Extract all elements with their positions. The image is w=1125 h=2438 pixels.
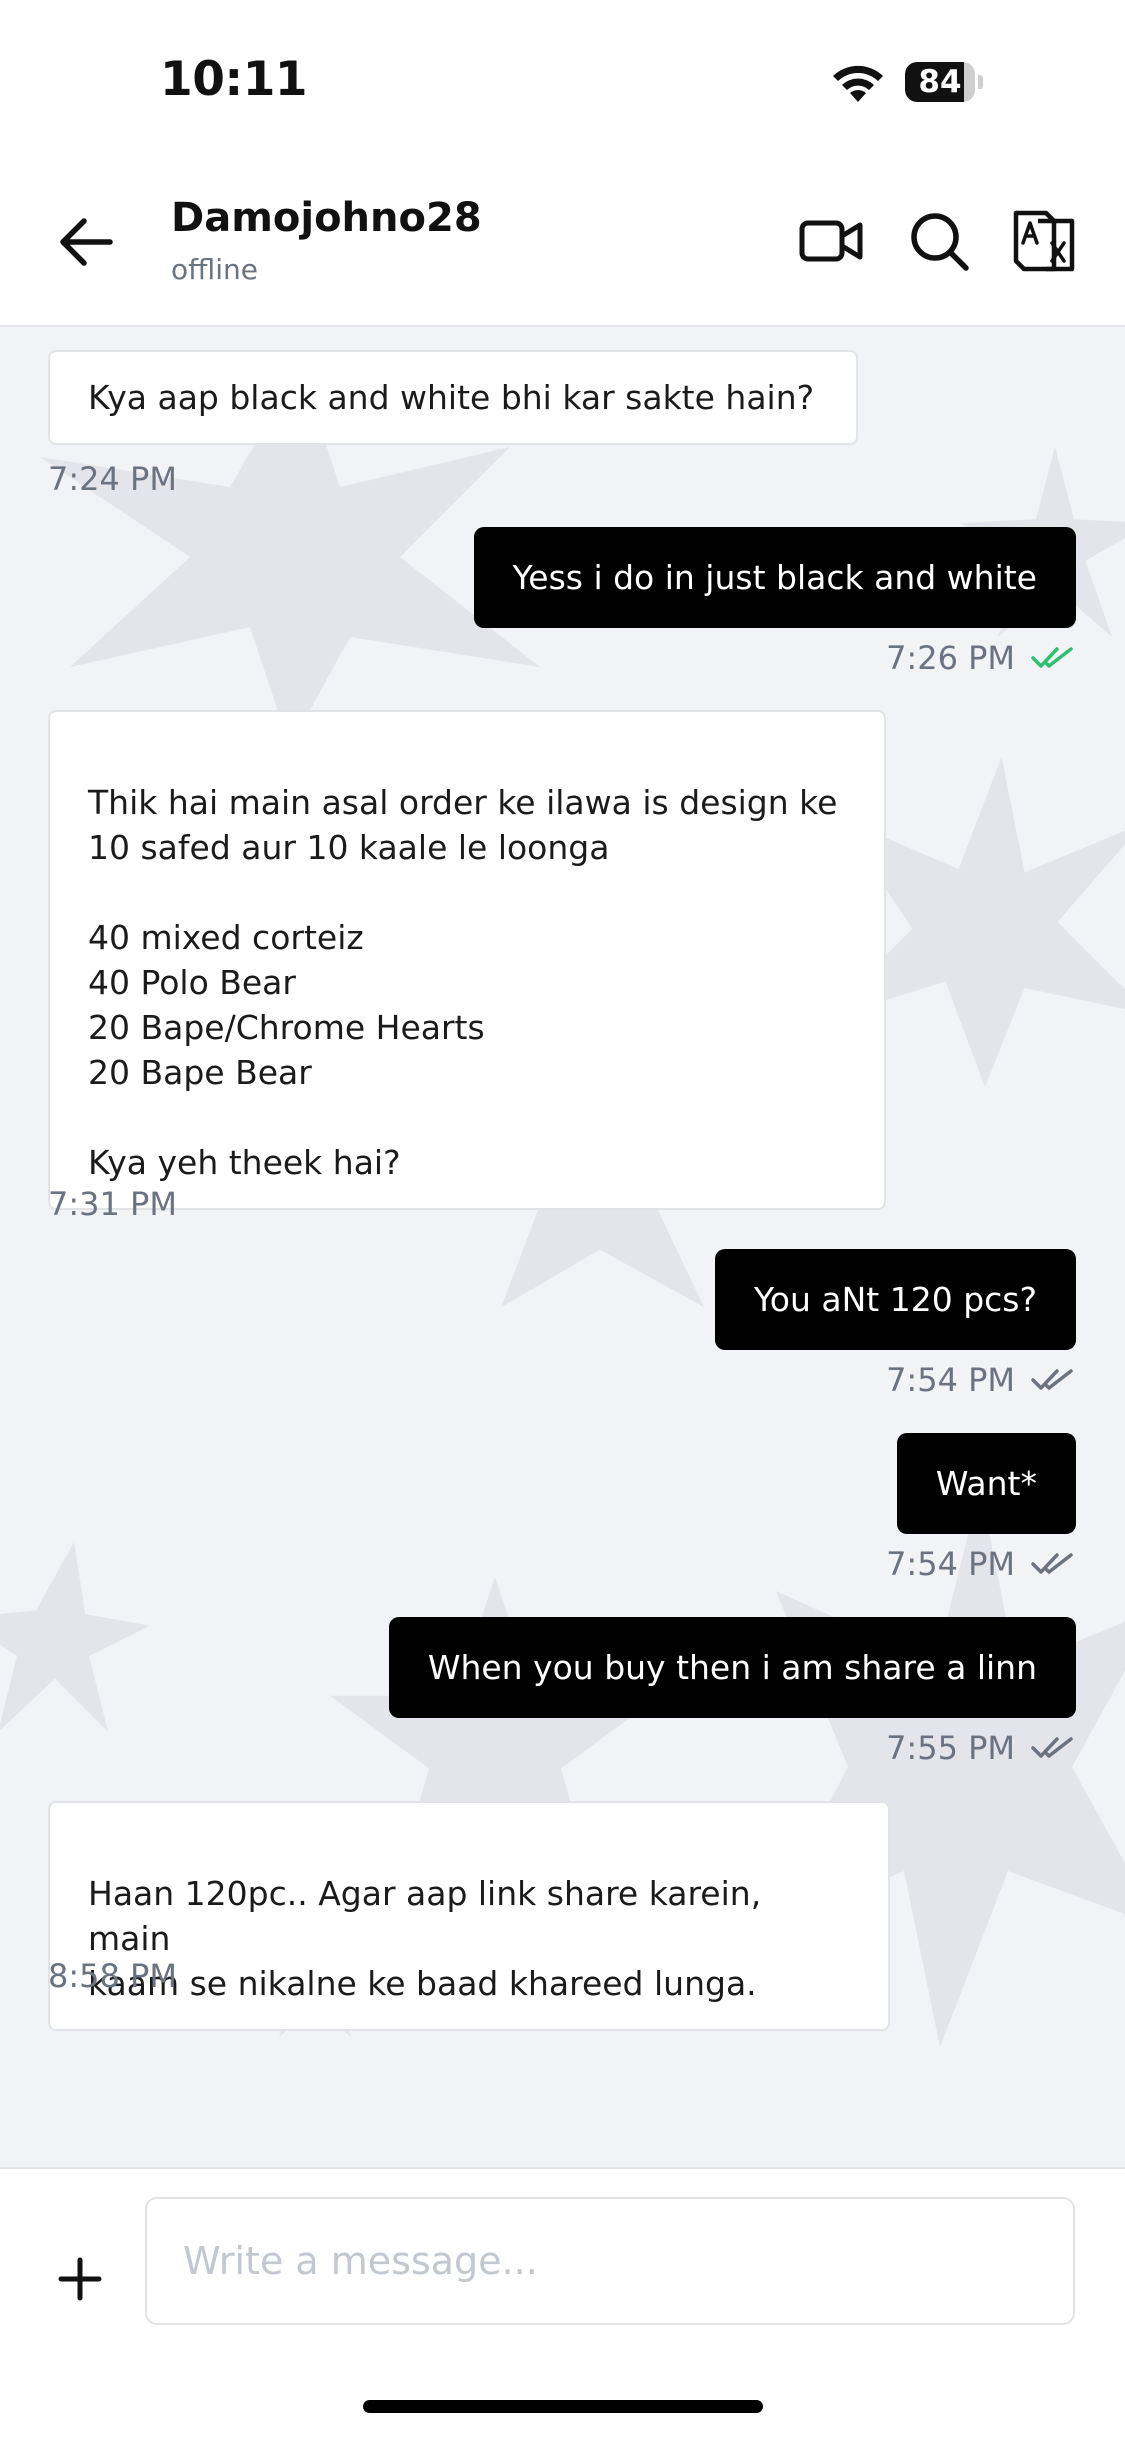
incoming-message-bubble[interactable]: Kya aap black and white bhi kar sakte ha… (48, 350, 858, 445)
message-text: When you buy then i am share a linn (427, 1648, 1037, 1687)
translate-icon[interactable] (1010, 205, 1082, 277)
chat-header: Damojohno28 offline (0, 165, 1125, 327)
incoming-message-bubble[interactable]: Haan 120pc.. Agar aap link share karein,… (48, 1801, 890, 2031)
outgoing-message-bubble[interactable]: When you buy then i am share a linn (388, 1617, 1076, 1718)
background-pattern-icon (0, 1542, 150, 1732)
incoming-message-bubble[interactable]: Thik hai main asal order ke ilawa is des… (48, 710, 886, 1210)
battery-level: 84 (918, 64, 962, 100)
outgoing-message-bubble[interactable]: Want* (896, 1433, 1076, 1534)
message-timestamp: 8:58 PM (48, 1957, 177, 1995)
message-timestamp: 7:54 PM (886, 1545, 1015, 1583)
message-list[interactable]: Kya aap black and white bhi kar sakte ha… (0, 327, 1125, 2167)
message-text: Haan 120pc.. Agar aap link share karein,… (88, 1874, 762, 2003)
video-call-icon[interactable] (796, 205, 868, 277)
status-bar: 10:11 84 (0, 0, 1125, 165)
contact-status: offline (171, 253, 258, 286)
delivered-receipt-icon (1031, 1737, 1073, 1758)
message-composer (0, 2167, 1125, 2438)
message-text: You aNt 120 pcs? (754, 1280, 1037, 1319)
message-timestamp: 7:54 PM (886, 1361, 1015, 1399)
delivered-receipt-icon (1031, 1369, 1073, 1390)
message-text: Yess i do in just black and white (512, 558, 1038, 597)
outgoing-message-bubble[interactable]: You aNt 120 pcs? (715, 1249, 1076, 1350)
battery-icon: 84 (905, 62, 985, 102)
message-input[interactable] (145, 2197, 1075, 2325)
status-time: 10:11 (160, 52, 308, 107)
add-attachment-icon[interactable] (50, 2249, 110, 2309)
message-timestamp: 7:55 PM (886, 1729, 1015, 1767)
read-receipt-icon (1031, 647, 1073, 668)
message-text: Want* (935, 1464, 1037, 1503)
outgoing-message-bubble[interactable]: Yess i do in just black and white (473, 527, 1076, 628)
message-meta: 7:55 PM (886, 1729, 1075, 1767)
back-arrow-icon[interactable] (52, 207, 122, 277)
message-text: Kya aap black and white bhi kar sakte ha… (88, 378, 815, 417)
contact-name[interactable]: Damojohno28 (171, 195, 482, 241)
delivered-receipt-icon (1031, 1553, 1073, 1574)
home-indicator[interactable] (363, 2400, 763, 2413)
message-meta: 7:26 PM (886, 639, 1075, 677)
message-meta: 7:54 PM (886, 1361, 1075, 1399)
message-timestamp: 7:24 PM (48, 460, 177, 498)
message-text: Thik hai main asal order ke ilawa is des… (88, 783, 838, 1182)
search-icon[interactable] (903, 205, 975, 277)
message-timestamp: 7:31 PM (48, 1185, 177, 1223)
message-timestamp: 7:26 PM (886, 639, 1015, 677)
wifi-icon (833, 65, 883, 102)
message-meta: 7:54 PM (886, 1545, 1075, 1583)
